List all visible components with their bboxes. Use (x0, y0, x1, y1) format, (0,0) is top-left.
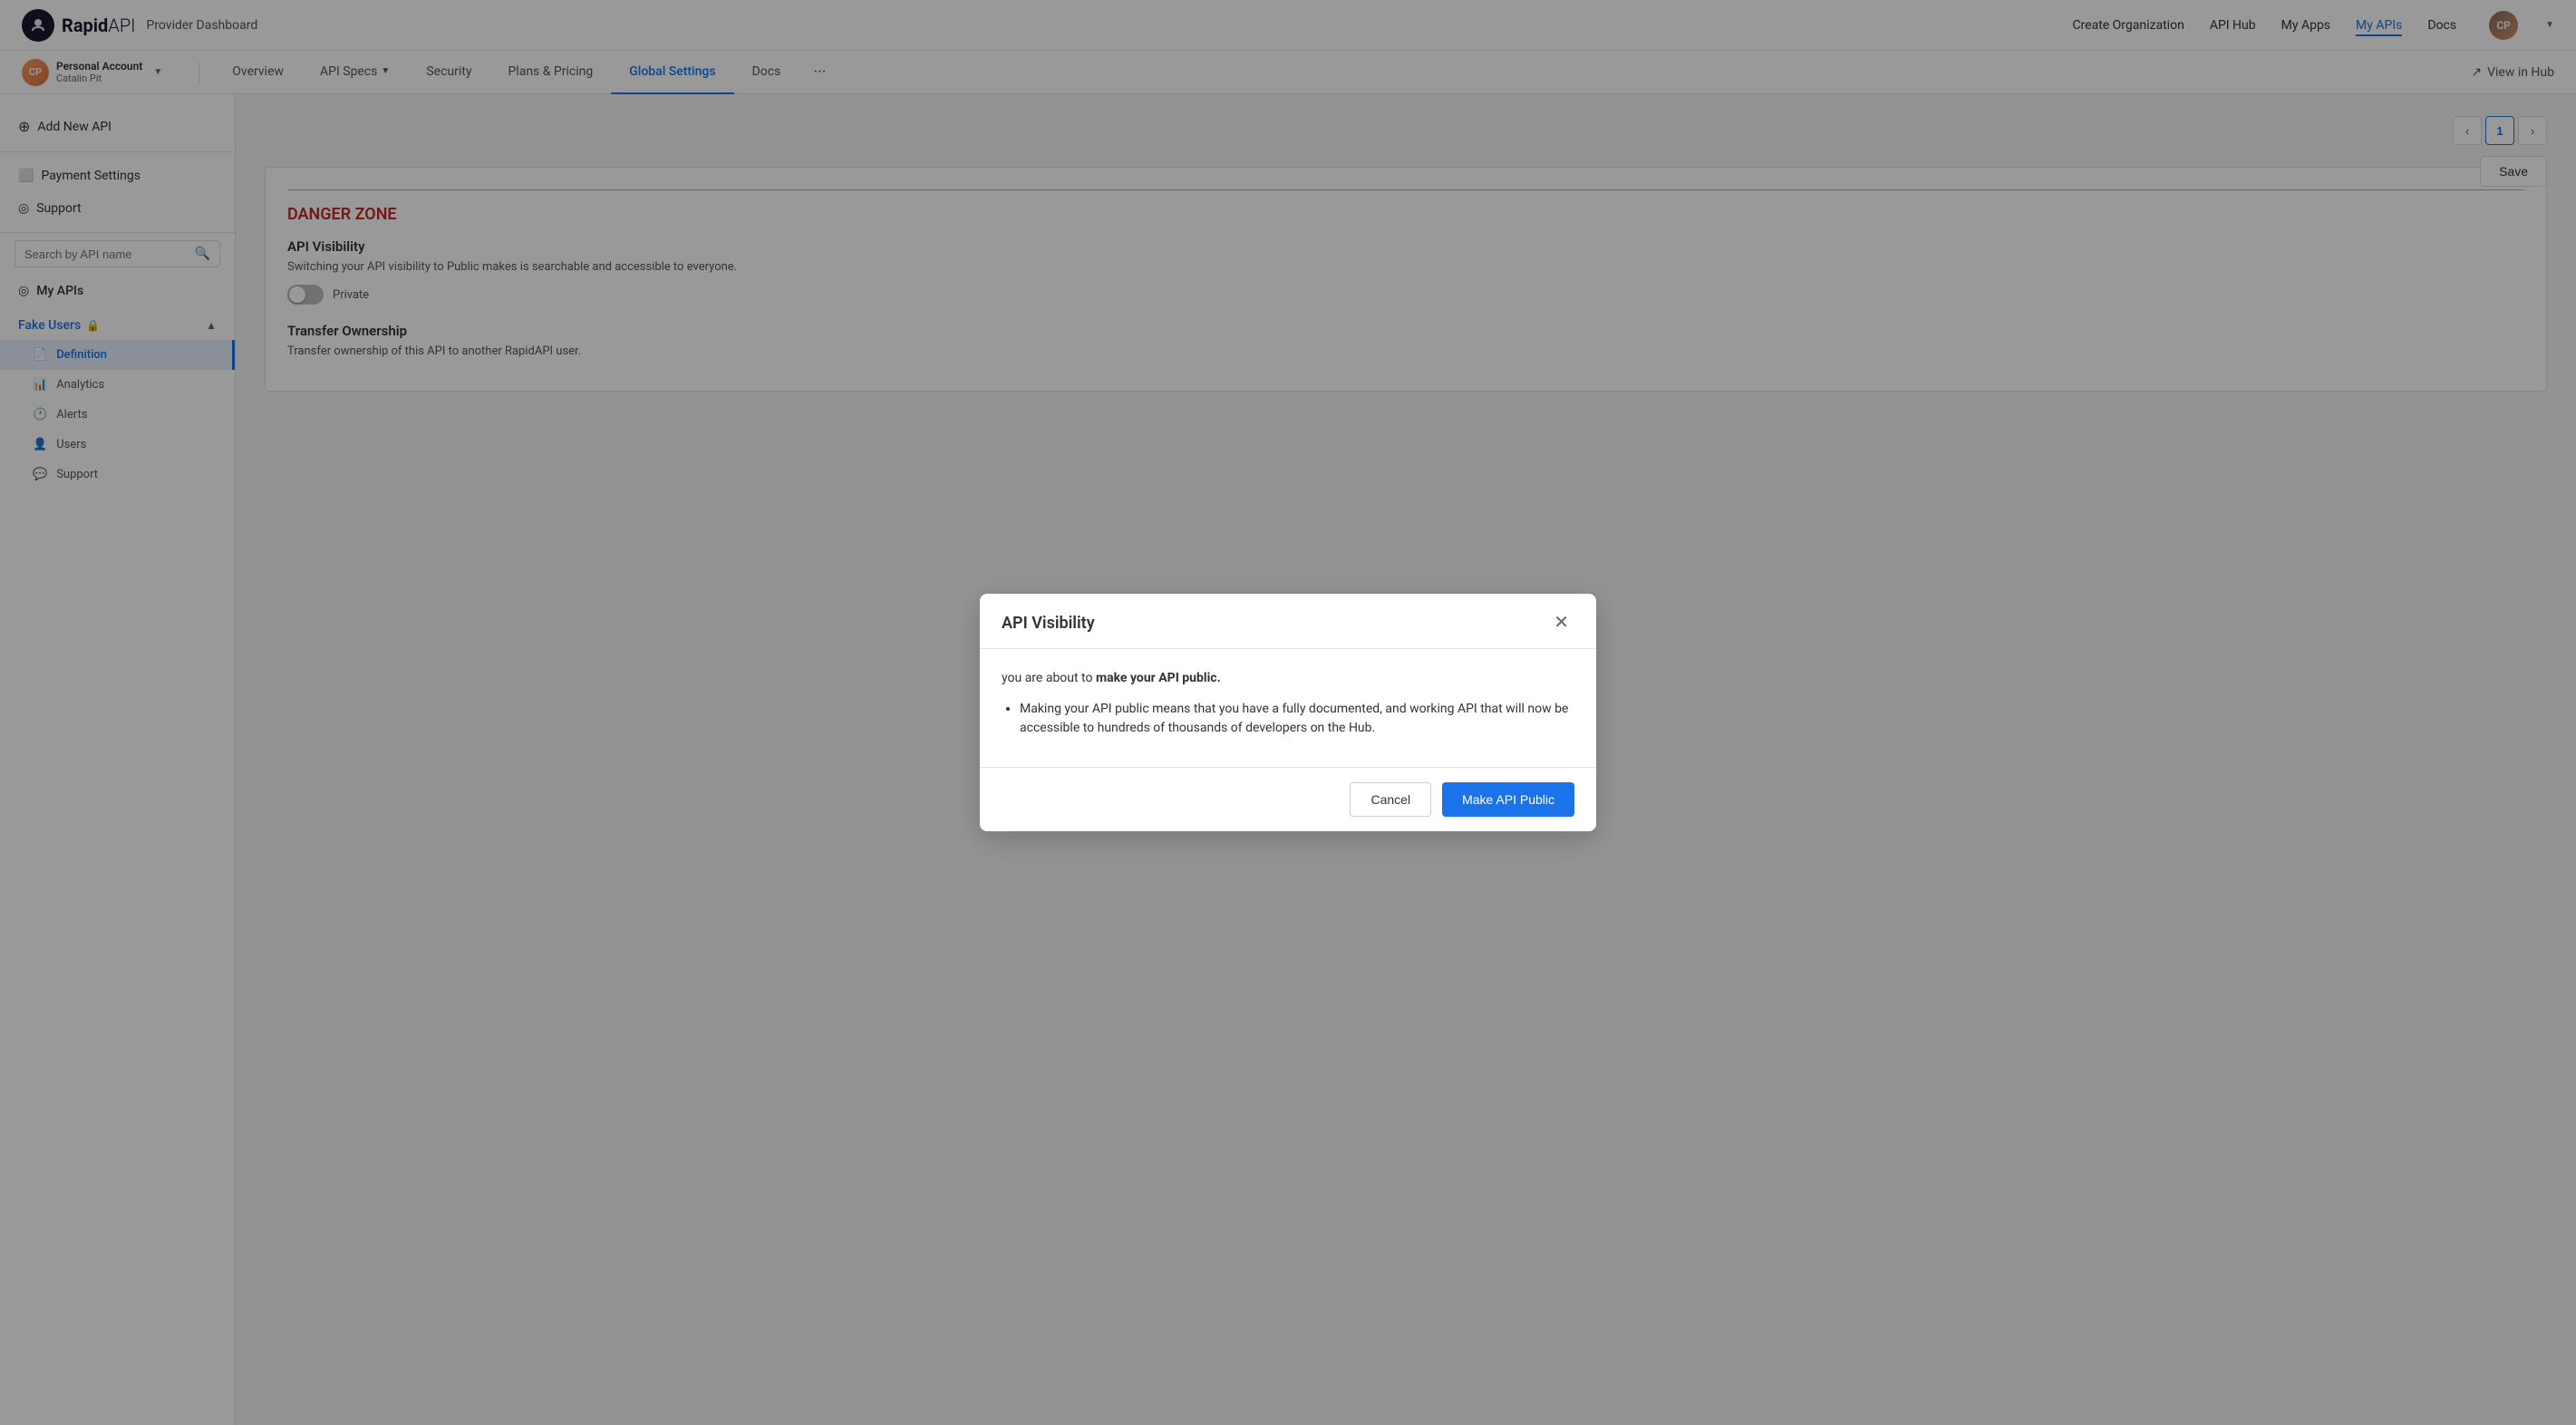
modal-bullet-list: Making your API public means that you ha… (1002, 700, 1574, 738)
make-api-public-button[interactable]: Make API Public (1442, 782, 1574, 817)
modal-title: API Visibility (1002, 614, 1095, 633)
modal-intro-text: you are about to make your API public. (1002, 671, 1574, 685)
cancel-button[interactable]: Cancel (1350, 782, 1431, 817)
modal-footer: Cancel Make API Public (980, 767, 1596, 831)
modal-overlay[interactable]: API Visibility ✕ you are about to make y… (0, 0, 2576, 1425)
modal-close-button[interactable]: ✕ (1548, 612, 1574, 634)
modal-body: you are about to make your API public. M… (980, 649, 1596, 767)
modal-bullet-item: Making your API public means that you ha… (1020, 700, 1574, 738)
modal-header: API Visibility ✕ (980, 594, 1596, 649)
api-visibility-modal: API Visibility ✕ you are about to make y… (980, 594, 1596, 831)
